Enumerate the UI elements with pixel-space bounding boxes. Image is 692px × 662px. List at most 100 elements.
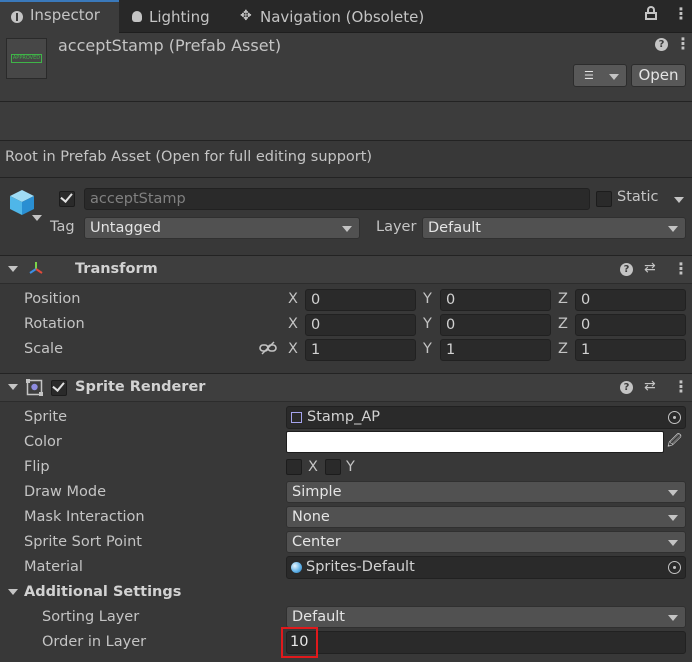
eyedropper-icon[interactable]: 🖉 <box>667 433 682 449</box>
sprite-object-field[interactable]: Stamp_AP <box>286 406 686 429</box>
tab-label: Navigation (Obsolete) <box>260 8 425 26</box>
transform-header[interactable]: Transform ? ⇄ ⋮ <box>0 255 692 284</box>
thumbnail-stamp-text: APPROVED <box>11 54 42 63</box>
sprite-renderer-header[interactable]: Sprite Renderer ? ⇄ ⋮ <box>0 373 692 402</box>
flip-x-checkbox[interactable] <box>286 459 302 475</box>
sprite-renderer-icon <box>26 379 43 396</box>
help-icon[interactable]: ? <box>620 381 633 394</box>
sprite-sort-point-label: Sprite Sort Point <box>24 534 142 550</box>
object-picker-icon[interactable] <box>668 411 681 424</box>
overrides-dropdown-button[interactable]: ☰ <box>573 64 627 87</box>
bulb-icon <box>132 11 142 22</box>
header-spacer <box>0 102 692 140</box>
tab-lighting[interactable]: Lighting <box>120 0 225 33</box>
divider <box>0 177 692 178</box>
sprite-label: Sprite <box>24 409 68 425</box>
material-object-field[interactable]: Sprites-Default <box>286 556 686 579</box>
navigation-icon: ✥ <box>240 8 252 24</box>
order-in-layer-value-highlight[interactable]: 10 <box>281 627 318 658</box>
position-x-field[interactable]: 0 <box>305 289 416 311</box>
scale-y-field[interactable]: 1 <box>440 339 551 361</box>
presets-icon[interactable]: ⇄ <box>644 260 656 276</box>
scale-z-field[interactable]: 1 <box>575 339 686 361</box>
tab-inspector[interactable]: Inspector <box>0 0 119 33</box>
sprite-renderer-enabled-checkbox[interactable] <box>51 379 67 396</box>
draw-mode-value: Simple <box>292 484 342 500</box>
tag-dropdown[interactable]: Untagged <box>84 217 360 239</box>
order-in-layer-label: Order in Layer <box>42 634 147 650</box>
color-swatch[interactable] <box>286 431 664 453</box>
position-y-field[interactable]: 0 <box>440 289 551 311</box>
axis-x-label: X <box>288 341 298 357</box>
axis-z-label: Z <box>558 316 568 332</box>
flip-label: Flip <box>24 459 50 475</box>
object-title: acceptStamp (Prefab Asset) <box>58 36 282 55</box>
material-label: Material <box>24 559 83 575</box>
draw-mode-label: Draw Mode <box>24 484 106 500</box>
gameobject-name-field[interactable]: acceptStamp <box>84 188 590 210</box>
rotation-y-field[interactable]: 0 <box>440 314 551 336</box>
foldout-arrow-icon[interactable] <box>8 589 18 595</box>
chevron-down-icon <box>668 515 678 521</box>
static-checkbox[interactable] <box>596 191 612 207</box>
rotation-x-field[interactable]: 0 <box>305 314 416 336</box>
draw-mode-dropdown[interactable]: Simple <box>286 481 686 503</box>
transform-icon <box>27 260 45 278</box>
inspector-header: APPROVED acceptStamp (Prefab Asset) ? ⋮ … <box>0 33 692 101</box>
chevron-down-icon <box>342 226 352 232</box>
kebab-menu-icon[interactable]: ⋮ <box>673 6 689 22</box>
prefab-note: Root in Prefab Asset (Open for full edit… <box>5 149 373 165</box>
chevron-down-icon <box>609 73 619 80</box>
object-picker-icon[interactable] <box>668 561 681 574</box>
flip-y-checkbox[interactable] <box>325 459 341 475</box>
flip-y-label: Y <box>346 459 355 475</box>
foldout-arrow-icon[interactable] <box>8 266 18 272</box>
scale-label: Scale <box>24 341 64 357</box>
chevron-down-icon[interactable] <box>32 215 42 221</box>
constrain-proportions-icon[interactable] <box>259 341 277 355</box>
sorting-layer-dropdown[interactable]: Default <box>286 606 686 628</box>
sorting-layer-label: Sorting Layer <box>42 609 140 625</box>
sprite-asset-icon <box>291 412 302 423</box>
axis-y-label: Y <box>423 341 432 357</box>
component-title: Transform <box>75 261 158 277</box>
axis-z-label: Z <box>558 341 568 357</box>
list-icon: ☰ <box>584 69 594 82</box>
chevron-down-icon[interactable] <box>674 197 684 203</box>
position-label: Position <box>24 291 81 307</box>
axis-z-label: Z <box>558 291 568 307</box>
layer-value: Default <box>428 220 481 236</box>
axis-y-label: Y <box>423 316 432 332</box>
scale-x-field[interactable]: 1 <box>305 339 416 361</box>
tag-label: Tag <box>50 219 75 235</box>
tag-value: Untagged <box>90 220 161 236</box>
chevron-down-icon <box>668 540 678 546</box>
sprite-sort-point-dropdown[interactable]: Center <box>286 531 686 553</box>
layer-dropdown[interactable]: Default <box>422 217 686 239</box>
lock-icon[interactable] <box>645 6 657 20</box>
sprite-sort-point-value: Center <box>292 534 341 550</box>
check-icon <box>52 379 65 392</box>
kebab-menu-icon[interactable]: ⋮ <box>673 259 689 278</box>
layer-label: Layer <box>376 219 417 235</box>
position-z-field[interactable]: 0 <box>575 289 686 311</box>
axis-x-label: X <box>288 316 298 332</box>
kebab-menu-icon[interactable]: ⋮ <box>673 377 689 396</box>
additional-settings-foldout[interactable]: Additional Settings <box>24 584 181 600</box>
tab-bar: Inspector Lighting ✥ Navigation (Obsolet… <box>0 0 692 33</box>
kebab-menu-icon[interactable]: ⋮ <box>675 34 691 53</box>
foldout-arrow-icon[interactable] <box>8 384 18 390</box>
active-checkbox[interactable] <box>59 190 75 207</box>
mask-interaction-value: None <box>292 509 330 525</box>
help-icon[interactable]: ? <box>655 38 668 51</box>
info-icon <box>11 11 23 23</box>
rotation-z-field[interactable]: 0 <box>575 314 686 336</box>
mask-interaction-label: Mask Interaction <box>24 509 145 525</box>
order-in-layer-field[interactable] <box>286 631 686 654</box>
tab-navigation[interactable]: ✥ Navigation (Obsolete) <box>226 0 426 33</box>
mask-interaction-dropdown[interactable]: None <box>286 506 686 528</box>
help-icon[interactable]: ? <box>620 263 633 276</box>
open-prefab-button[interactable]: Open <box>631 64 686 87</box>
presets-icon[interactable]: ⇄ <box>644 378 656 394</box>
check-icon <box>60 190 73 203</box>
